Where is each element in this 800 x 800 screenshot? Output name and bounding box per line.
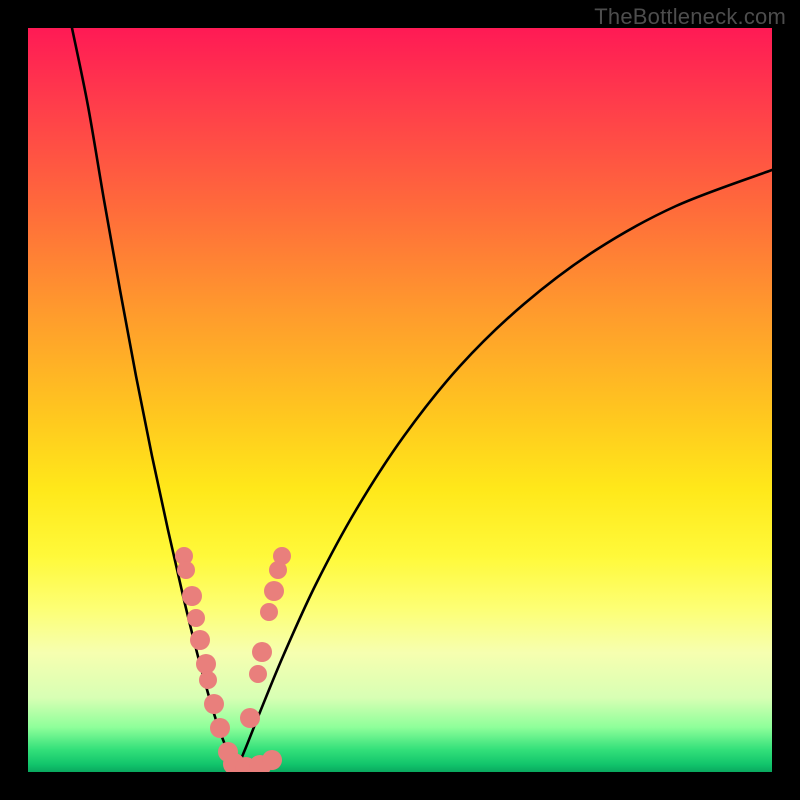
dot-bottom-3 [262, 750, 282, 770]
dot-left-5 [196, 654, 216, 674]
chart-frame: TheBottleneck.com [0, 0, 800, 800]
chart-plot-area [28, 28, 772, 772]
data-dots [175, 547, 291, 772]
dot-right-6 [240, 708, 260, 728]
dot-left-8 [210, 718, 230, 738]
dot-left-1 [177, 561, 195, 579]
bottleneck-curve [72, 28, 772, 768]
dot-right-3 [260, 603, 278, 621]
dot-right-4 [252, 642, 272, 662]
chart-svg-layer [28, 28, 772, 772]
dot-right-1 [269, 561, 287, 579]
dot-left-2 [182, 586, 202, 606]
dot-left-7 [204, 694, 224, 714]
dot-right-2 [264, 581, 284, 601]
dot-left-3 [187, 609, 205, 627]
dot-left-4 [190, 630, 210, 650]
dot-left-6 [199, 671, 217, 689]
dot-right-5 [249, 665, 267, 683]
watermark-text: TheBottleneck.com [594, 4, 786, 30]
